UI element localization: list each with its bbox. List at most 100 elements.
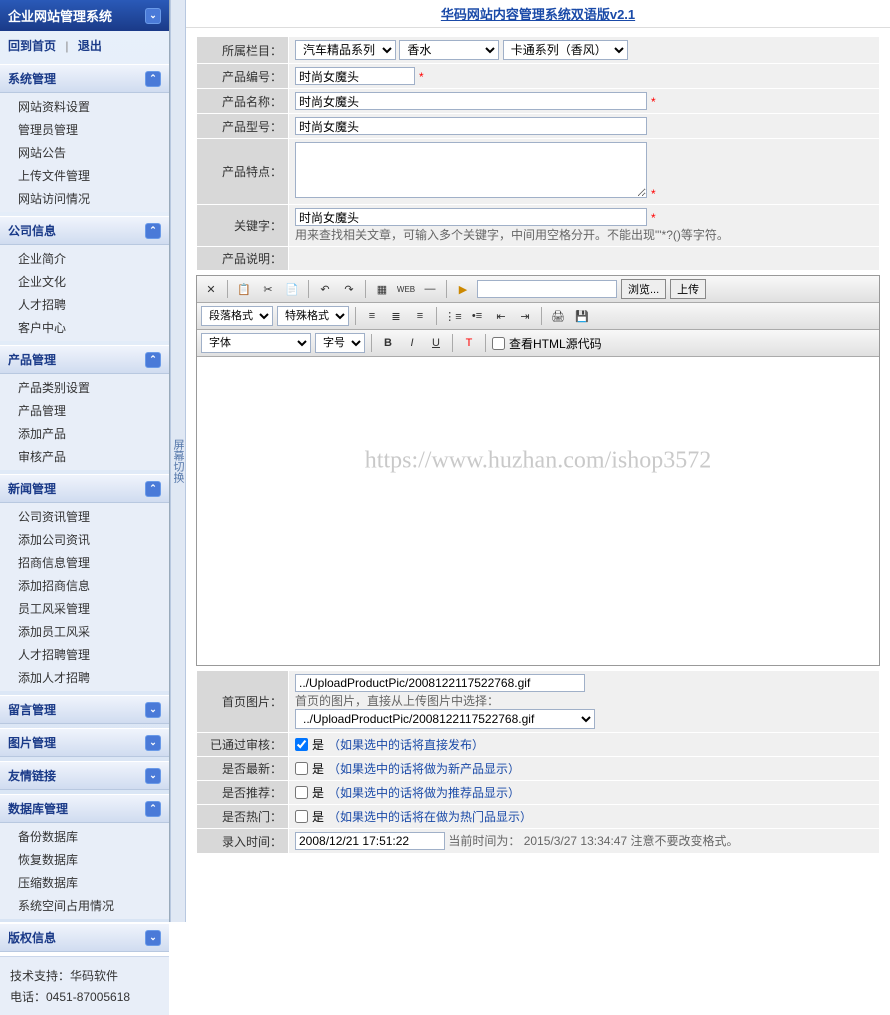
text-color-icon[interactable]: T <box>459 333 479 353</box>
section-header-1[interactable]: 公司信息⌃ <box>0 216 169 245</box>
section-header-4[interactable]: 留言管理⌄ <box>0 695 169 724</box>
special-select[interactable]: 特殊格式 <box>277 306 349 326</box>
sidebar-item[interactable]: 上传文件管理 <box>0 164 169 187</box>
chevron-up-icon[interactable]: ⌃ <box>145 352 161 368</box>
upload-button[interactable]: 上传 <box>670 279 706 299</box>
underline-icon[interactable]: U <box>426 333 446 353</box>
section-header-2[interactable]: 产品管理⌃ <box>0 345 169 374</box>
bold-icon[interactable]: B <box>378 333 398 353</box>
undo-icon[interactable]: ↶ <box>315 279 335 299</box>
editor-body[interactable] <box>197 357 879 665</box>
table-icon[interactable]: ▦ <box>372 279 392 299</box>
list-ol-icon[interactable]: ⋮≡ <box>443 306 463 326</box>
top-links: 回到首页 | 退出 <box>0 31 169 60</box>
sidebar-item[interactable]: 添加人才招聘 <box>0 666 169 689</box>
save-icon[interactable]: 💾 <box>572 306 592 326</box>
font-select[interactable]: 字体 <box>201 333 311 353</box>
chevron-up-icon[interactable]: ⌃ <box>145 801 161 817</box>
section-header-0[interactable]: 系统管理⌃ <box>0 64 169 93</box>
newest-checkbox[interactable] <box>295 762 308 775</box>
main-title[interactable]: 华码网站内容管理系统双语版v2.1 <box>186 0 890 28</box>
hr-icon[interactable]: — <box>420 279 440 299</box>
sidebar-item[interactable]: 添加招商信息 <box>0 574 169 597</box>
sidebar-item[interactable]: 系统空间占用情况 <box>0 894 169 917</box>
section-header-7[interactable]: 数据库管理⌃ <box>0 794 169 823</box>
print-icon[interactable]: 🖨 <box>548 306 568 326</box>
view-source-toggle[interactable]: 查看HTML源代码 <box>492 335 602 352</box>
recommend-checkbox[interactable] <box>295 786 308 799</box>
section-header-8[interactable]: 版权信息⌄ <box>0 923 169 952</box>
redo-icon[interactable]: ↷ <box>339 279 359 299</box>
chevron-up-icon[interactable]: ⌃ <box>145 223 161 239</box>
sidebar-item[interactable]: 招商信息管理 <box>0 551 169 574</box>
audited-checkbox[interactable] <box>295 738 308 751</box>
chevron-up-icon[interactable]: ⌃ <box>145 71 161 87</box>
sidebar-item[interactable]: 公司资讯管理 <box>0 505 169 528</box>
section-header-3[interactable]: 新闻管理⌃ <box>0 474 169 503</box>
sidebar-item[interactable]: 备份数据库 <box>0 825 169 848</box>
browse-button[interactable]: 浏览... <box>621 279 666 299</box>
category-select-1[interactable]: 汽车精品系列 <box>295 40 396 60</box>
outdent-icon[interactable]: ⇤ <box>491 306 511 326</box>
align-right-icon[interactable]: ≡ <box>410 306 430 326</box>
align-center-icon[interactable]: ≣ <box>386 306 406 326</box>
sidebar-item[interactable]: 网站访问情况 <box>0 187 169 210</box>
sidebar-item[interactable]: 企业文化 <box>0 270 169 293</box>
fontsize-select[interactable]: 字号 <box>315 333 365 353</box>
category-select-3[interactable]: 卡通系列（香风） <box>503 40 628 60</box>
sidebar-item[interactable]: 产品管理 <box>0 399 169 422</box>
system-title: 企业网站管理系统 <box>8 6 112 25</box>
copy-icon[interactable]: 📋 <box>234 279 254 299</box>
section-header-5[interactable]: 图片管理⌄ <box>0 728 169 757</box>
category-select-2[interactable]: 香水 <box>399 40 499 60</box>
chevron-down-icon[interactable]: ⌄ <box>145 768 161 784</box>
homepic-select[interactable]: ../UploadProductPic/2008122117522768.gif <box>295 709 595 729</box>
entrytime-input[interactable] <box>295 832 445 850</box>
sidebar-item[interactable]: 恢复数据库 <box>0 848 169 871</box>
section-header-6[interactable]: 友情链接⌄ <box>0 761 169 790</box>
sidebar-item[interactable]: 人才招聘 <box>0 293 169 316</box>
insert-icon[interactable]: ▶ <box>453 279 473 299</box>
chevron-up-icon[interactable]: ⌃ <box>145 481 161 497</box>
sidebar-item[interactable]: 产品类别设置 <box>0 376 169 399</box>
keyword-input[interactable] <box>295 208 647 226</box>
model-input[interactable] <box>295 117 647 135</box>
content: 所属栏目： 汽车精品系列 香水 卡通系列（香风） 产品编号： * 产品名称： * <box>186 28 890 922</box>
file-path-input[interactable] <box>477 280 617 298</box>
chevron-down-icon[interactable]: ⌄ <box>145 702 161 718</box>
view-source-checkbox[interactable] <box>492 337 505 350</box>
screen-switch-strip[interactable]: 屏幕切换 <box>170 0 186 922</box>
homepic-input[interactable] <box>295 674 585 692</box>
chevron-down-icon[interactable]: ⌄ <box>145 930 161 946</box>
sidebar-item[interactable]: 网站资料设置 <box>0 95 169 118</box>
logout-link[interactable]: 退出 <box>78 39 102 53</box>
sidebar-item[interactable]: 企业简介 <box>0 247 169 270</box>
name-input[interactable] <box>295 92 647 110</box>
chevron-down-icon[interactable]: ⌄ <box>145 735 161 751</box>
sidebar-item[interactable]: 网站公告 <box>0 141 169 164</box>
list-ul-icon[interactable]: •≡ <box>467 306 487 326</box>
sidebar-item[interactable]: 压缩数据库 <box>0 871 169 894</box>
sidebar-item[interactable]: 添加产品 <box>0 422 169 445</box>
indent-icon[interactable]: ⇥ <box>515 306 535 326</box>
sidebar-item[interactable]: 客户中心 <box>0 316 169 339</box>
align-left-icon[interactable]: ≡ <box>362 306 382 326</box>
paragraph-select[interactable]: 段落格式 <box>201 306 273 326</box>
cut-icon[interactable]: ✂ <box>258 279 278 299</box>
sidebar-item[interactable]: 员工风采管理 <box>0 597 169 620</box>
hot-checkbox[interactable] <box>295 810 308 823</box>
web-icon[interactable]: WEB <box>396 279 416 299</box>
code-input[interactable] <box>295 67 415 85</box>
sidebar-item[interactable]: 管理员管理 <box>0 118 169 141</box>
collapse-icon[interactable]: ⌄ <box>145 8 161 24</box>
sidebar-item[interactable]: 审核产品 <box>0 445 169 468</box>
sidebar-item[interactable]: 人才招聘管理 <box>0 643 169 666</box>
sidebar-item[interactable]: 添加员工风采 <box>0 620 169 643</box>
delete-icon[interactable]: ✕ <box>201 279 221 299</box>
home-link[interactable]: 回到首页 <box>8 39 56 53</box>
feature-textarea[interactable] <box>295 142 647 198</box>
paste-icon[interactable]: 📄 <box>282 279 302 299</box>
required-mark: * <box>651 211 656 225</box>
sidebar-item[interactable]: 添加公司资讯 <box>0 528 169 551</box>
italic-icon[interactable]: I <box>402 333 422 353</box>
